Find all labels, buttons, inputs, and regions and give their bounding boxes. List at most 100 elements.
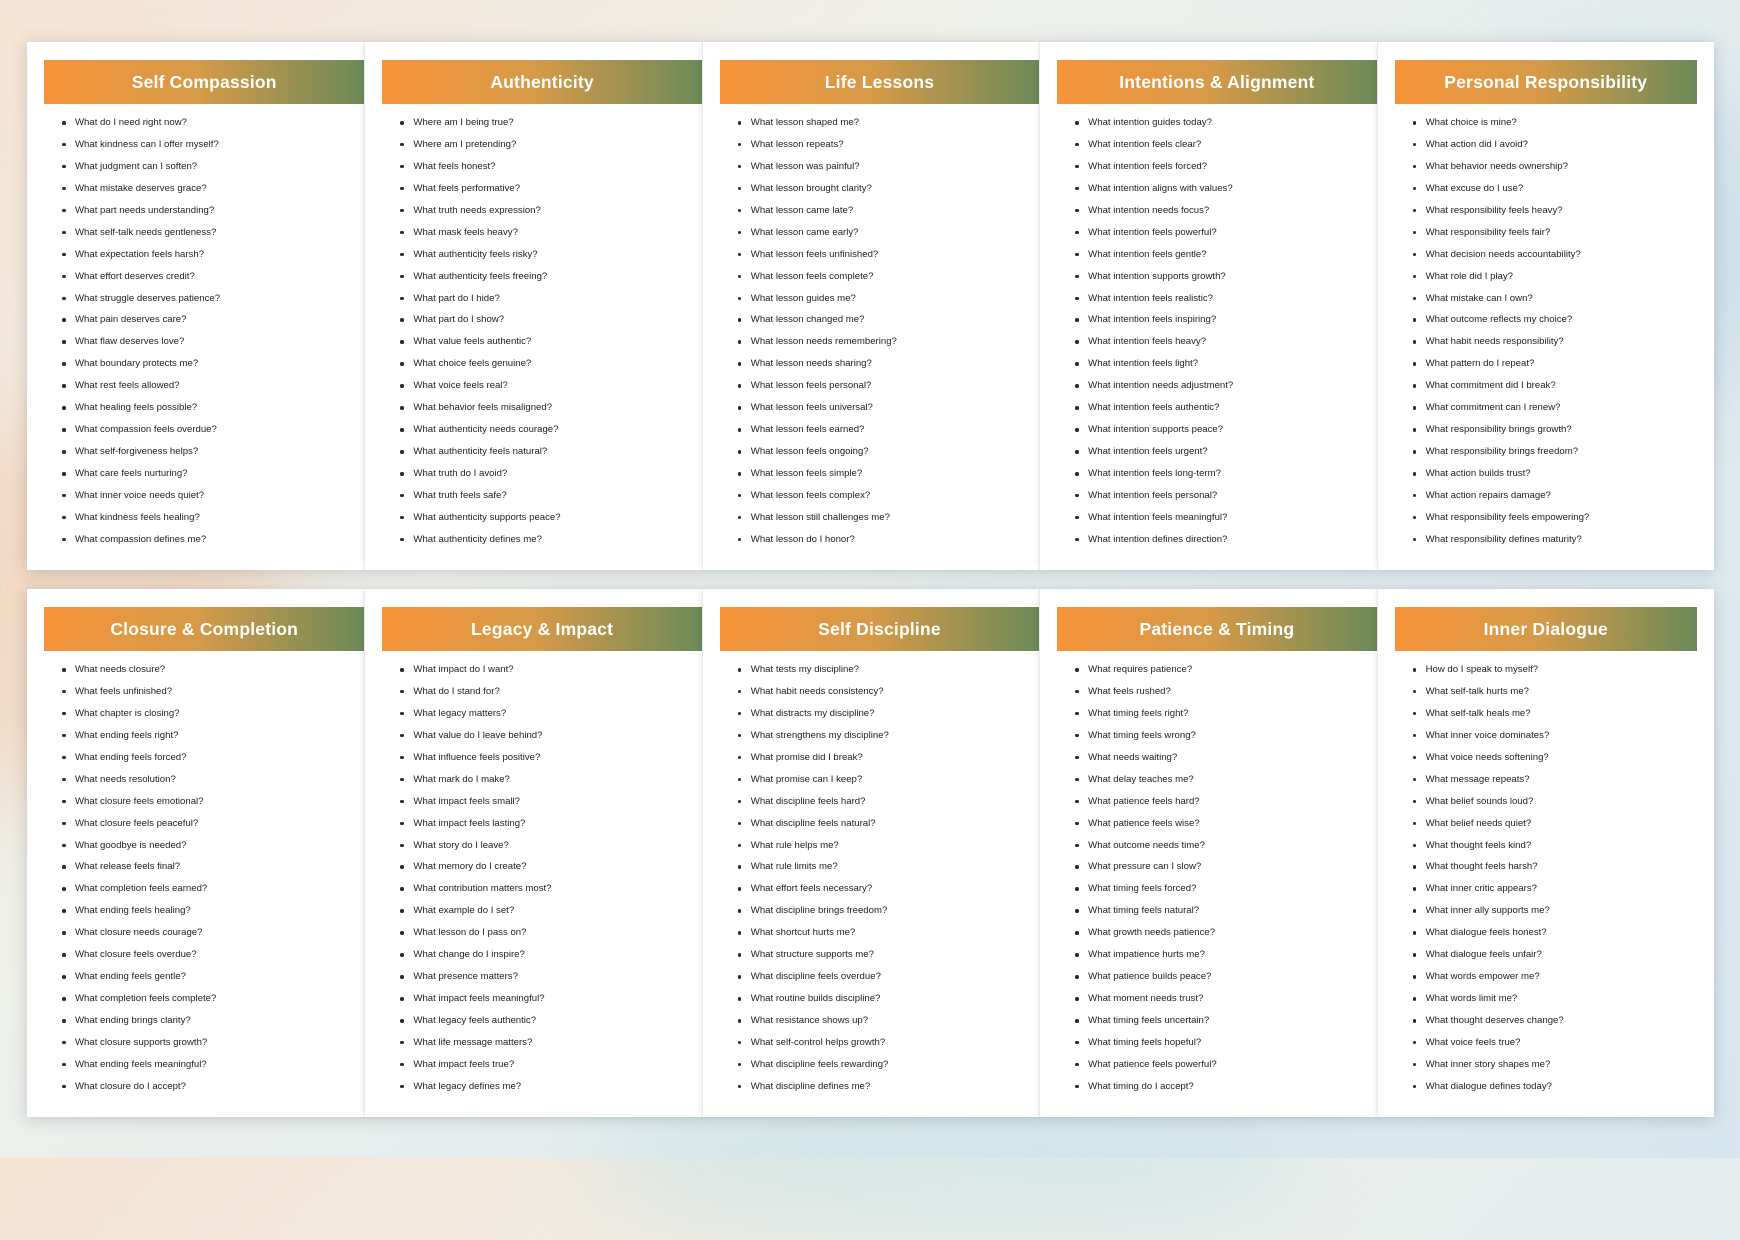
page-title: Inner Dialogue (1394, 607, 1697, 651)
list-item: What authenticity needs courage? (400, 419, 695, 441)
list-item: What closure feels emotional? (62, 791, 358, 813)
list-item: What release feels final? (62, 856, 358, 878)
list-item: What closure do I accept? (62, 1076, 358, 1098)
list-item: What authenticity feels risky? (400, 244, 695, 266)
list-item: What ending feels healing? (62, 900, 358, 922)
list-item: What compassion defines me? (62, 529, 358, 551)
list-item: What intention feels long-term? (1075, 463, 1370, 485)
list-item: What lesson feels ongoing? (737, 441, 1033, 463)
page-life-lessons: Life Lessons What lesson shaped me? What … (701, 42, 1040, 570)
list-item: What example do I set? (400, 900, 695, 922)
page-title: Personal Responsibility (1394, 60, 1697, 104)
question-list: What tests my discipline? What habit need… (737, 659, 1033, 1098)
list-item: What timing feels right? (1075, 703, 1370, 725)
list-item: What effort deserves credit? (62, 266, 358, 288)
list-item: What voice feels real? (400, 375, 695, 397)
list-item: What completion feels complete? (62, 988, 358, 1010)
list-item: What intention feels realistic? (1075, 288, 1370, 310)
list-item: What thought deserves change? (1412, 1010, 1708, 1032)
list-item: What impact feels small? (400, 791, 695, 813)
list-item: What closure supports growth? (62, 1032, 358, 1054)
page-self-discipline: Self Discipline What tests my discipline… (701, 589, 1040, 1117)
list-item: What intention feels light? (1075, 353, 1370, 375)
list-item: What intention feels inspiring? (1075, 309, 1370, 331)
page-title: Legacy & Impact (382, 607, 702, 651)
list-item: What words limit me? (1412, 988, 1708, 1010)
list-item: What intention feels authentic? (1075, 397, 1370, 419)
list-item: What mistake can I own? (1412, 288, 1708, 310)
list-item: What intention guides today? (1075, 112, 1370, 134)
page-authenticity: Authenticity Where am I being true? Where… (364, 42, 702, 570)
list-item: What inner voice dominates? (1412, 725, 1708, 747)
list-item: What timing feels natural? (1075, 900, 1370, 922)
list-item: What impatience hurts me? (1075, 944, 1370, 966)
list-item: What needs closure? (62, 659, 358, 681)
list-item: What patience feels hard? (1075, 791, 1370, 813)
list-item: What lesson guides me? (737, 288, 1033, 310)
list-item: What judgment can I soften? (62, 156, 358, 178)
list-item: What intention feels clear? (1075, 134, 1370, 156)
list-item: What closure needs courage? (62, 922, 358, 944)
list-item: What promise did I break? (737, 747, 1033, 769)
list-item: What voice feels true? (1412, 1032, 1708, 1054)
list-item: What shortcut hurts me? (737, 922, 1033, 944)
page-closure-completion: Closure & Completion What needs closure?… (27, 589, 365, 1117)
list-item: What responsibility feels heavy? (1412, 200, 1708, 222)
list-item: What outcome reflects my choice? (1412, 309, 1708, 331)
list-item: What lesson still challenges me? (737, 507, 1033, 529)
list-item: What self-talk heals me? (1412, 703, 1708, 725)
list-item: What mistake deserves grace? (62, 178, 358, 200)
list-item: What habit needs responsibility? (1412, 331, 1708, 353)
list-item: What commitment can I renew? (1412, 397, 1708, 419)
list-item: What belief needs quiet? (1412, 813, 1708, 835)
list-item: What lesson feels simple? (737, 463, 1033, 485)
list-item: What closure feels peaceful? (62, 813, 358, 835)
list-item: What promise can I keep? (737, 769, 1033, 791)
list-item: What healing feels possible? (62, 397, 358, 419)
list-item: What feels honest? (400, 156, 695, 178)
question-list: How do I speak to myself? What self-talk … (1412, 659, 1708, 1098)
list-item: What thought feels kind? (1412, 835, 1708, 857)
list-item: What authenticity defines me? (400, 529, 695, 551)
list-item: What timing feels uncertain? (1075, 1010, 1370, 1032)
page-title: Self Discipline (719, 607, 1040, 651)
list-item: What truth do I avoid? (400, 463, 695, 485)
question-list: What do I need right now? What kindness c… (62, 112, 358, 551)
list-item: What lesson came early? (737, 222, 1033, 244)
list-item: What resistance shows up? (737, 1010, 1033, 1032)
list-item: What message repeats? (1412, 769, 1708, 791)
list-item: What kindness feels healing? (62, 507, 358, 529)
list-item: What growth needs patience? (1075, 922, 1370, 944)
list-item: What needs waiting? (1075, 747, 1370, 769)
list-item: What discipline feels hard? (737, 791, 1033, 813)
list-item: What intention defines direction? (1075, 529, 1370, 551)
list-item: What goodbye is needed? (62, 835, 358, 857)
list-item: What moment needs trust? (1075, 988, 1370, 1010)
list-item: What dialogue feels honest? (1412, 922, 1708, 944)
list-item: What value do I leave behind? (400, 725, 695, 747)
list-item: What intention feels forced? (1075, 156, 1370, 178)
list-item: What lesson repeats? (737, 134, 1033, 156)
list-item: What habit needs consistency? (737, 681, 1033, 703)
list-item: What patience builds peace? (1075, 966, 1370, 988)
list-item: What routine builds discipline? (737, 988, 1033, 1010)
list-item: What part do I show? (400, 309, 695, 331)
list-item: What intention feels meaningful? (1075, 507, 1370, 529)
list-item: What lesson feels earned? (737, 419, 1033, 441)
list-item: What distracts my discipline? (737, 703, 1033, 725)
list-item: What lesson changed me? (737, 309, 1033, 331)
list-item: What lesson feels personal? (737, 375, 1033, 397)
page-title: Life Lessons (719, 60, 1040, 104)
list-item: What self-talk needs gentleness? (62, 222, 358, 244)
list-item: What intention feels urgent? (1075, 441, 1370, 463)
list-item: What lesson feels unfinished? (737, 244, 1033, 266)
list-item: What choice feels genuine? (400, 353, 695, 375)
list-item: What kindness can I offer myself? (62, 134, 358, 156)
page-title: Intentions & Alignment (1057, 60, 1377, 104)
list-item: What ending brings clarity? (62, 1010, 358, 1032)
list-item: What part do I hide? (400, 288, 695, 310)
question-list: What intention guides today? What intenti… (1075, 112, 1370, 551)
list-item: What timing feels wrong? (1075, 725, 1370, 747)
list-item: What intention supports growth? (1075, 266, 1370, 288)
page-title: Patience & Timing (1057, 607, 1377, 651)
